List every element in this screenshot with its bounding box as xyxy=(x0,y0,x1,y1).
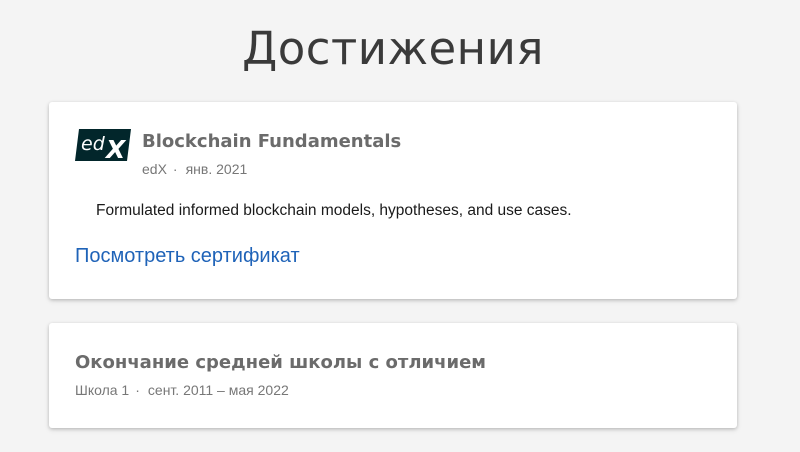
education-card: Окончание средней школы с отличием Школа… xyxy=(49,323,737,428)
education-school: Школа 1 xyxy=(75,382,130,398)
certificate-date: янв. 2021 xyxy=(185,161,248,177)
svg-text:X: X xyxy=(104,135,127,161)
view-certificate-link[interactable]: Посмотреть сертификат xyxy=(75,245,300,268)
certificate-title: Blockchain Fundamentals xyxy=(142,131,402,152)
certificate-issuer: edX xyxy=(142,161,167,177)
education-meta: Школа 1 · сент. 2011 – мая 2022 xyxy=(75,382,289,398)
edx-logo-icon: ed X xyxy=(75,129,131,161)
education-title: Окончание средней школы с отличием xyxy=(75,352,487,373)
certificate-card: ed X Blockchain Fundamentals edX · янв. 20… xyxy=(49,102,737,299)
page-title: Достижения xyxy=(242,22,544,75)
certificate-meta: edX · янв. 2021 xyxy=(142,161,247,177)
svg-text:ed: ed xyxy=(81,133,106,155)
education-dates: сент. 2011 – мая 2022 xyxy=(147,382,289,398)
certificate-description: Formulated informed blockchain models, h… xyxy=(96,202,572,219)
meta-separator: · xyxy=(172,161,178,177)
meta-separator: · xyxy=(135,382,140,398)
